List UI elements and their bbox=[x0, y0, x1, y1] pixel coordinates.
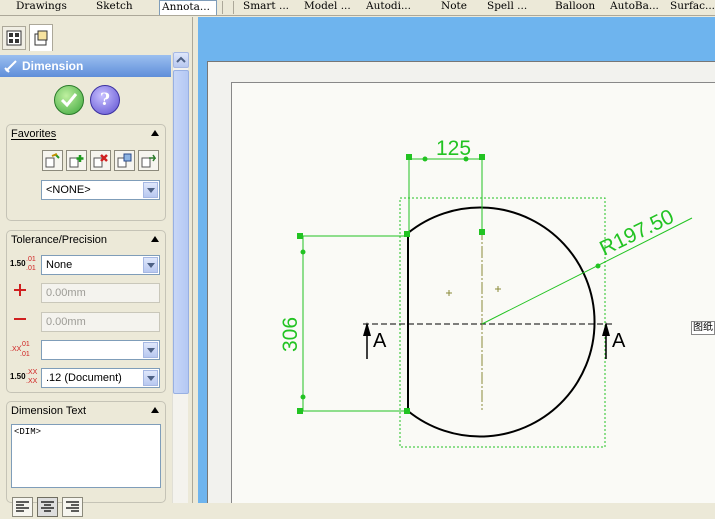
sheet-tab-label[interactable]: 图纸 bbox=[691, 321, 715, 335]
align-center-button[interactable] bbox=[37, 497, 58, 517]
command-manager-tabs: Drawings Sketch Annota... Smart ... Mode… bbox=[0, 0, 715, 16]
tolerance-type-select[interactable]: None bbox=[41, 255, 160, 275]
tab-drawings[interactable]: Drawings bbox=[16, 0, 78, 15]
tab-note[interactable]: Note bbox=[441, 0, 471, 15]
favorites-add-icon bbox=[69, 155, 84, 168]
tolerance-group-header[interactable]: Tolerance/Precision bbox=[7, 231, 165, 249]
favorites-group: Favorites <NONE> bbox=[6, 124, 166, 221]
property-manager-title: Dimension bbox=[22, 59, 84, 73]
add-favorite-button[interactable] bbox=[66, 150, 87, 171]
maximum-variation-value: 0.00mm bbox=[46, 287, 86, 299]
collapse-caret-icon bbox=[151, 130, 159, 136]
ok-button[interactable] bbox=[54, 85, 84, 115]
check-icon bbox=[60, 93, 78, 108]
panel-scrollbar[interactable] bbox=[172, 52, 189, 503]
favorites-delete-icon bbox=[93, 154, 108, 168]
property-manager-panel: Dimension ? Favorites <NONE> Tolerance/P… bbox=[0, 17, 193, 517]
property-manager-icon bbox=[34, 30, 48, 46]
favorites-title: Favorites bbox=[11, 128, 57, 140]
chevron-down-icon bbox=[143, 257, 158, 273]
minimum-variation-value: 0.00mm bbox=[46, 316, 86, 328]
scroll-thumb[interactable] bbox=[173, 70, 189, 394]
plus-icon bbox=[13, 283, 39, 301]
collapse-caret-icon bbox=[151, 236, 159, 242]
dimension-text-group: Dimension Text <DIM> bbox=[6, 401, 166, 517]
chevron-up-icon bbox=[176, 56, 186, 63]
property-manager-header: Dimension bbox=[0, 55, 171, 77]
tab-balloon[interactable]: Balloon bbox=[555, 0, 601, 15]
tab-autodimension[interactable]: Autodi... bbox=[366, 0, 420, 15]
panel-tabs bbox=[0, 17, 193, 51]
align-center-icon bbox=[41, 501, 54, 512]
favorites-select[interactable]: <NONE> bbox=[41, 180, 160, 200]
chevron-down-icon bbox=[143, 182, 158, 198]
help-button[interactable]: ? bbox=[90, 85, 120, 115]
tolerance-type-value: None bbox=[46, 259, 73, 271]
tab-spell-checker[interactable]: Spell ... bbox=[487, 0, 539, 15]
favorites-group-header[interactable]: Favorites bbox=[7, 125, 165, 143]
tolerance-precision-icon: .01 .XX .01 bbox=[10, 341, 30, 358]
tolerance-title: Tolerance/Precision bbox=[11, 234, 107, 246]
primary-precision-icon: 1.50 .XX .XX bbox=[10, 369, 38, 385]
tolerance-precision-select[interactable] bbox=[41, 340, 160, 360]
feature-tree-tab[interactable] bbox=[2, 26, 26, 50]
align-right-button[interactable] bbox=[62, 497, 83, 517]
chevron-down-icon bbox=[143, 342, 158, 358]
tolerance-precision-group: Tolerance/Precision 1.50 .01 .01 None 0.… bbox=[6, 230, 166, 393]
primary-precision-value: .12 (Document) bbox=[46, 372, 122, 384]
favorites-apply-icon bbox=[45, 153, 60, 168]
toolbar-separator bbox=[233, 1, 234, 14]
chevron-down-icon bbox=[143, 370, 158, 386]
dimension-icon bbox=[4, 60, 17, 73]
save-favorite-button[interactable] bbox=[114, 150, 135, 171]
load-favorite-button[interactable] bbox=[138, 150, 159, 171]
tab-surface-finish[interactable]: Surfac... bbox=[670, 0, 715, 15]
question-icon: ? bbox=[100, 90, 110, 110]
dimension-text-group-header[interactable]: Dimension Text bbox=[7, 402, 165, 420]
align-left-button[interactable] bbox=[12, 497, 33, 517]
apply-default-button[interactable] bbox=[42, 150, 63, 171]
minimum-variation-field[interactable]: 0.00mm bbox=[41, 312, 160, 332]
favorites-load-icon bbox=[141, 154, 156, 168]
toolbar-separator bbox=[222, 1, 223, 14]
collapse-caret-icon bbox=[151, 407, 159, 413]
tab-autoballoon[interactable]: AutoBa... bbox=[610, 0, 665, 15]
maximum-variation-field[interactable]: 0.00mm bbox=[41, 283, 160, 303]
tab-model-items[interactable]: Model ... bbox=[304, 0, 358, 15]
dimension-text-area[interactable]: <DIM> bbox=[11, 424, 161, 488]
tab-smart-dimension[interactable]: Smart ... bbox=[243, 0, 298, 15]
minus-icon bbox=[13, 312, 39, 330]
tolerance-type-icon: 1.50 .01 .01 bbox=[10, 256, 36, 272]
scroll-up-button[interactable] bbox=[173, 52, 189, 68]
feature-tree-icon bbox=[6, 30, 22, 46]
align-right-icon bbox=[66, 501, 79, 512]
dimension-text-title: Dimension Text bbox=[11, 405, 86, 417]
property-manager-tab[interactable] bbox=[29, 24, 53, 51]
align-left-icon bbox=[16, 501, 29, 512]
tab-annotation[interactable]: Annota... bbox=[159, 0, 217, 15]
delete-favorite-button[interactable] bbox=[90, 150, 111, 171]
favorites-select-value: <NONE> bbox=[46, 184, 91, 196]
primary-precision-select[interactable]: .12 (Document) bbox=[41, 368, 160, 388]
favorites-save-icon bbox=[117, 153, 132, 168]
tab-sketch[interactable]: Sketch bbox=[96, 0, 142, 15]
drawing-sheet[interactable] bbox=[231, 82, 715, 503]
